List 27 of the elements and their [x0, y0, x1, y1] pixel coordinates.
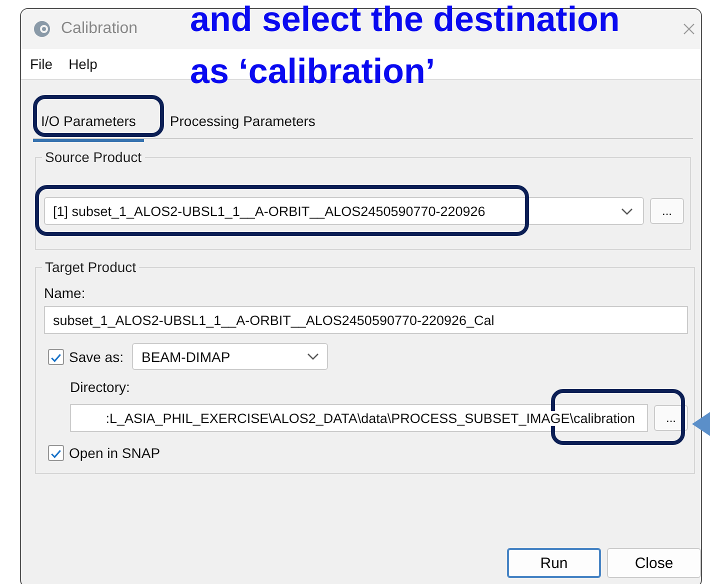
name-field[interactable]: subset_1_ALOS2-UBSL1_1__A-ORBIT__ALOS2450590770-220926_Cal — [44, 306, 688, 334]
directory-field[interactable]: :L_ASIA_PHIL_EXERCISE\ALOS2_DATA\data\PROCESS_SUBSET_IMAGE\calibration — [70, 404, 648, 432]
annotation-text: and select the destination — [190, 0, 620, 41]
field-label: Directory: — [70, 379, 131, 395]
source-dropdown[interactable]: [1] subset_1_ALOS2-UBSL1_1__A-ORBIT__ALOS2450590770-220926 — [44, 197, 644, 225]
field-label: Name: — [44, 285, 86, 301]
checkbox[interactable] — [48, 348, 64, 364]
dialog-button[interactable]: Run — [507, 548, 601, 578]
menu-item[interactable]: Help — [64, 54, 102, 74]
format-dropdown[interactable]: BEAM-DIMAP — [132, 343, 328, 370]
group-title: Target Product — [44, 259, 138, 275]
menu-item[interactable]: File — [25, 54, 58, 74]
dialog-button[interactable]: Close — [607, 548, 701, 578]
tab[interactable]: Processing Parameters — [162, 109, 324, 139]
caret-icon — [307, 353, 320, 360]
checkbox-label: Save as: — [69, 348, 124, 364]
checkbox-label: Open in SNAP — [69, 445, 160, 461]
group-title: Source Product — [44, 149, 142, 165]
pointer-arrow-icon — [692, 412, 710, 436]
tab[interactable]: I/O Parameters — [33, 109, 144, 142]
close-icon[interactable] — [683, 23, 695, 35]
checkbox[interactable] — [48, 445, 64, 461]
window-title: Calibration — [61, 20, 138, 38]
app-logo-icon — [33, 20, 51, 38]
browse-button[interactable]: ... — [650, 198, 684, 224]
annotation-text: as ‘calibration’ — [190, 51, 436, 93]
caret-icon — [621, 208, 633, 214]
